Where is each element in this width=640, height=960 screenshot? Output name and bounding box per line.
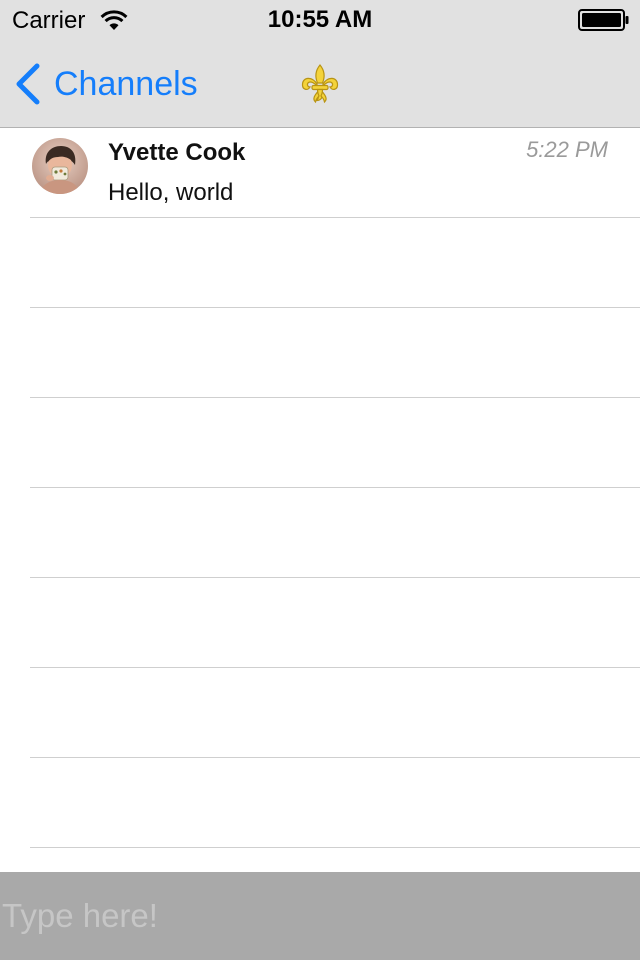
clock: 10:55 AM — [267, 6, 373, 33]
back-button[interactable]: Channels — [12, 60, 198, 108]
row-separator — [30, 307, 640, 308]
status-bar: Carrier 10:55 AM — [0, 0, 640, 40]
user-avatar — [32, 138, 88, 194]
row-separator — [30, 397, 640, 398]
message-sender: Yvette Cook — [108, 139, 246, 166]
row-separator — [30, 847, 640, 848]
message-input[interactable] — [0, 872, 640, 960]
back-button-label: Channels — [54, 65, 198, 103]
row-separator — [30, 577, 640, 578]
input-bar — [0, 872, 640, 960]
battery-full-icon — [578, 9, 629, 31]
top-chrome: Carrier 10:55 AM Channels — [0, 0, 640, 128]
row-separator — [30, 667, 640, 668]
row-separator — [30, 757, 640, 758]
message-timestamp: 5:22 PM — [526, 137, 608, 162]
message-row[interactable]: Yvette Cook 5:22 PM Hello, world — [0, 128, 640, 218]
chevron-left-icon — [16, 63, 40, 105]
message-list[interactable]: Yvette Cook 5:22 PM Hello, world — [0, 128, 640, 872]
navigation-bar: Channels — [0, 40, 640, 128]
row-separator — [30, 217, 640, 218]
message-text: Hello, world — [108, 179, 234, 206]
fleur-de-lis-icon — [301, 64, 339, 104]
row-separator — [30, 487, 640, 488]
